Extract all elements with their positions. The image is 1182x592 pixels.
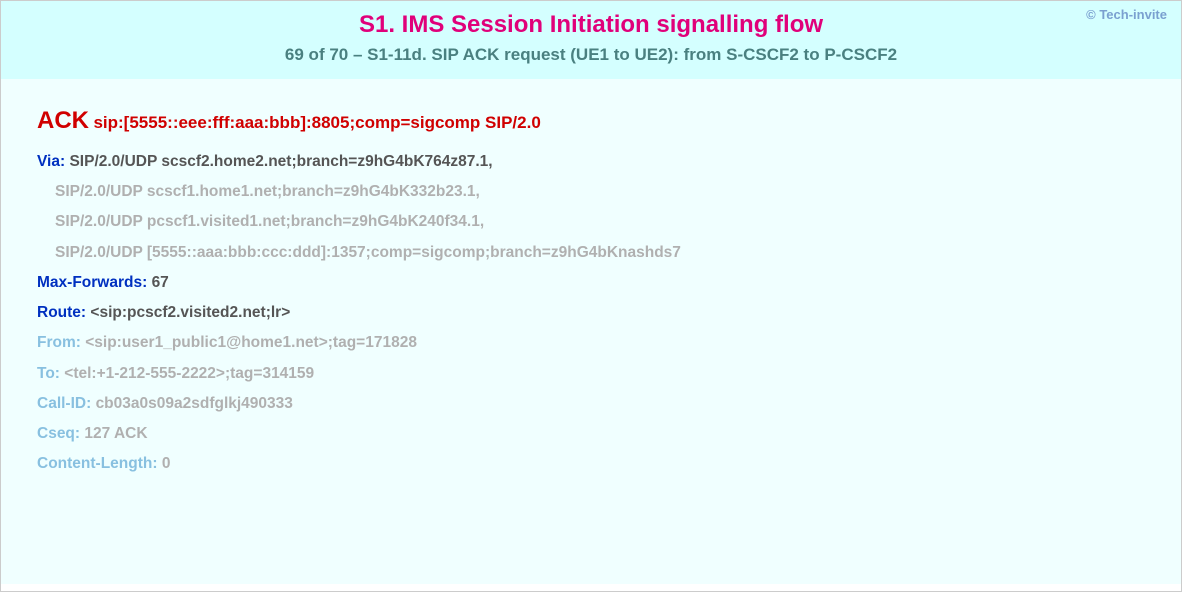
sip-request-uri: sip:[5555::eee:fff:aaa:bbb]:8805;comp=si… <box>93 113 540 132</box>
cseq-name: Cseq: <box>37 425 80 442</box>
document-frame: © Tech-invite S1. IMS Session Initiation… <box>0 0 1182 592</box>
to-name: To: <box>37 365 60 382</box>
via-continuation: SIP/2.0/UDP pcscf1.visited1.net;branch=z… <box>37 207 1145 237</box>
via-header: Via: SIP/2.0/UDP scscf2.home2.net;branch… <box>37 147 1145 177</box>
to-value: <tel:+1-212-555-2222>;tag=314159 <box>64 365 314 382</box>
content-length-header: Content-Length: 0 <box>37 449 1145 479</box>
route-value: <sip:pcscf2.visited2.net;lr> <box>90 304 290 321</box>
sip-method: ACK <box>37 107 89 134</box>
callid-header: Call-ID: cb03a0s09a2sdfglkj490333 <box>37 389 1145 419</box>
header-bar: © Tech-invite S1. IMS Session Initiation… <box>1 1 1181 79</box>
maxforwards-name: Max-Forwards: <box>37 274 147 291</box>
clen-value: 0 <box>162 455 171 472</box>
from-value: <sip:user1_public1@home1.net>;tag=171828 <box>85 334 417 351</box>
sip-message-body: ACK sip:[5555::eee:fff:aaa:bbb]:8805;com… <box>1 79 1181 584</box>
via-continuation: SIP/2.0/UDP scscf1.home1.net;branch=z9hG… <box>37 177 1145 207</box>
max-forwards-header: Max-Forwards: 67 <box>37 268 1145 298</box>
callid-name: Call-ID: <box>37 395 91 412</box>
via-header-name: Via: <box>37 153 65 170</box>
via-cont-2: SIP/2.0/UDP pcscf1.visited1.net;branch=z… <box>55 207 484 237</box>
cseq-header: Cseq: 127 ACK <box>37 419 1145 449</box>
cseq-value: 127 ACK <box>84 425 147 442</box>
maxforwards-value: 67 <box>152 274 169 291</box>
clen-name: Content-Length: <box>37 455 158 472</box>
from-name: From: <box>37 334 81 351</box>
copyright-notice: © Tech-invite <box>1086 7 1167 22</box>
route-header: Route: <sip:pcscf2.visited2.net;lr> <box>37 298 1145 328</box>
page-subtitle: 69 of 70 – S1-11d. SIP ACK request (UE1 … <box>21 45 1161 65</box>
request-line: ACK sip:[5555::eee:fff:aaa:bbb]:8805;com… <box>37 107 1145 135</box>
to-header: To: <tel:+1-212-555-2222>;tag=314159 <box>37 359 1145 389</box>
via-cont-1: SIP/2.0/UDP scscf1.home1.net;branch=z9hG… <box>55 177 480 207</box>
via-header-value: SIP/2.0/UDP scscf2.home2.net;branch=z9hG… <box>69 153 492 170</box>
page-title: S1. IMS Session Initiation signalling fl… <box>21 11 1161 39</box>
from-header: From: <sip:user1_public1@home1.net>;tag=… <box>37 328 1145 358</box>
callid-value: cb03a0s09a2sdfglkj490333 <box>96 395 293 412</box>
via-cont-3: SIP/2.0/UDP [5555::aaa:bbb:ccc:ddd]:1357… <box>55 238 681 268</box>
via-continuation: SIP/2.0/UDP [5555::aaa:bbb:ccc:ddd]:1357… <box>37 238 1145 268</box>
route-name: Route: <box>37 304 86 321</box>
